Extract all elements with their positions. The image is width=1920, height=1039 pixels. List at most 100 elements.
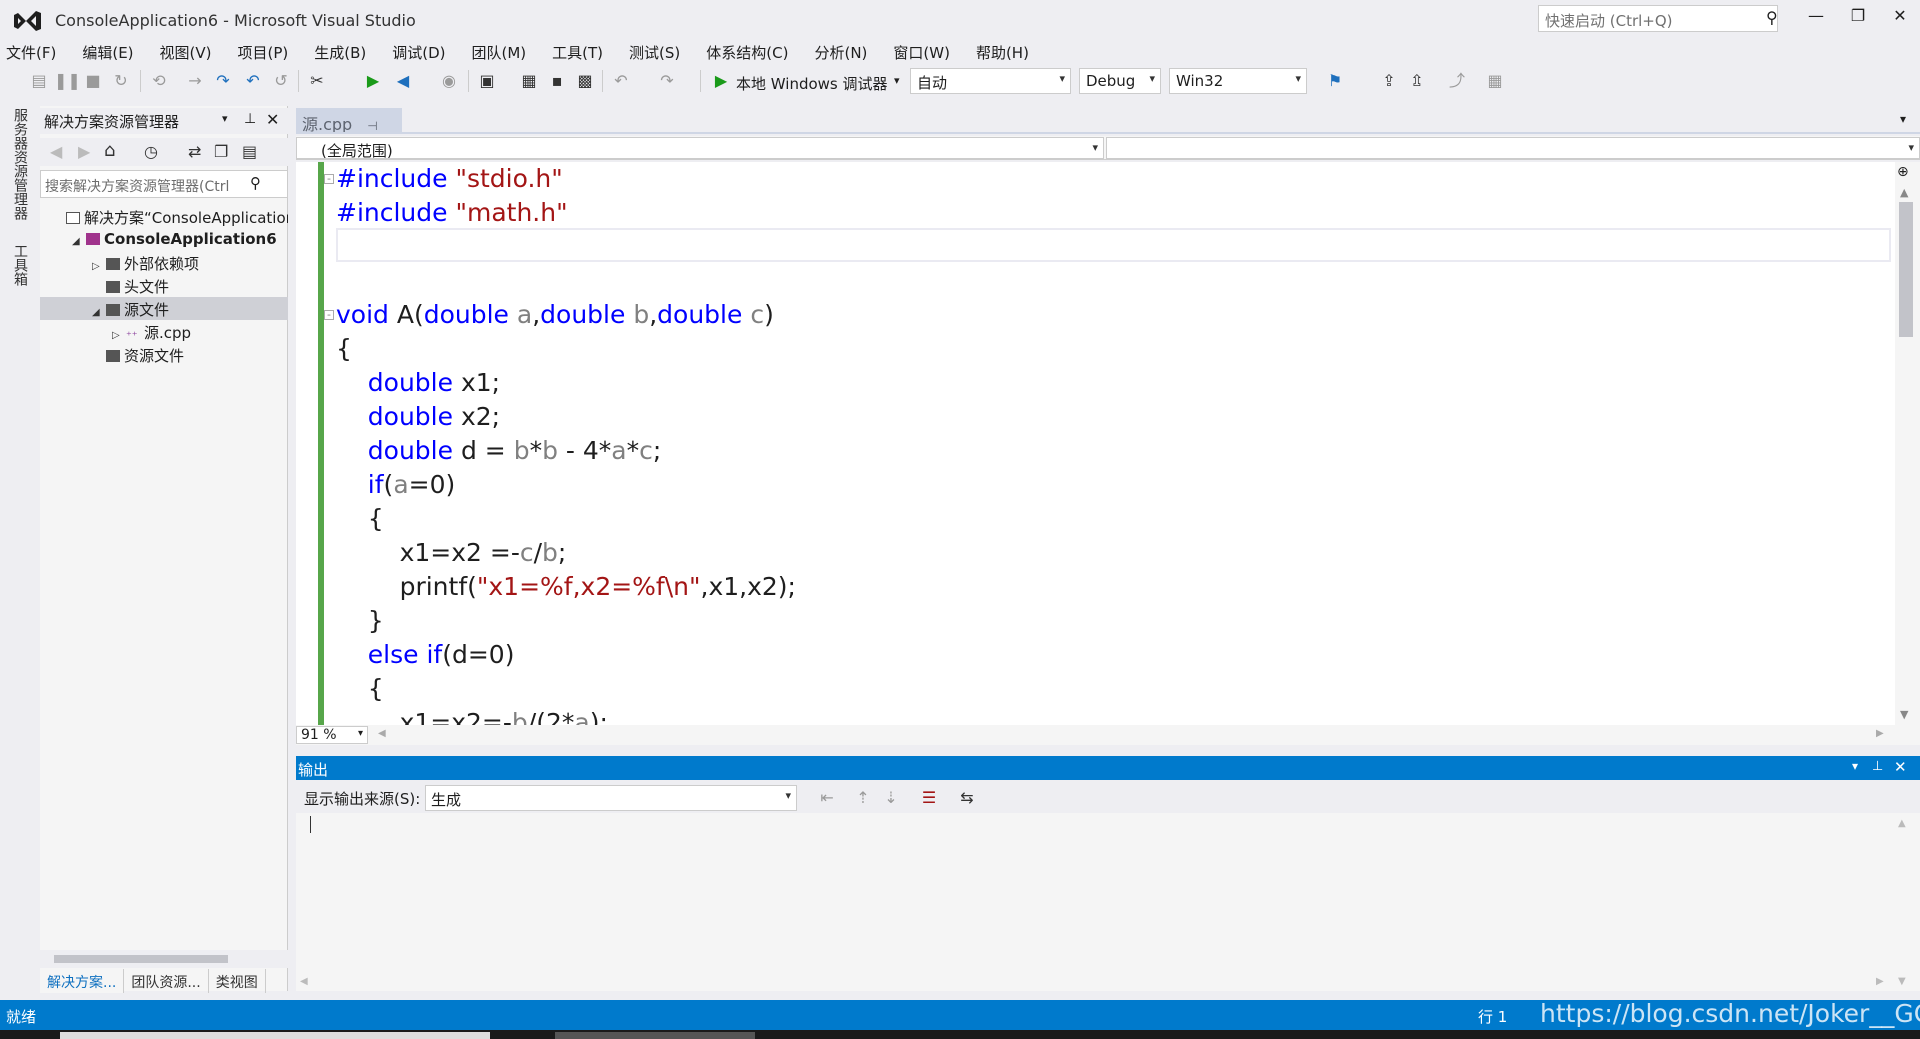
collapse-arrow-icon[interactable]: ◢ bbox=[72, 236, 86, 247]
platform-dropdown[interactable]: Win32 ▾ bbox=[1169, 68, 1307, 94]
undo-icon[interactable]: ↶ bbox=[610, 70, 632, 92]
refresh-icon[interactable]: ↺ bbox=[270, 70, 292, 92]
scope-dropdown[interactable]: (全局范围) ▾ bbox=[296, 137, 1104, 160]
menu-help[interactable]: 帮助(H) bbox=[976, 40, 1029, 64]
search-icon[interactable]: ⚲ bbox=[250, 174, 261, 192]
menu-build[interactable]: 生成(B) bbox=[314, 40, 366, 64]
clear-all-icon[interactable]: ☰ bbox=[918, 787, 940, 809]
chevron-down-icon[interactable]: ▾ bbox=[1852, 759, 1858, 773]
breakpoint-toggle-icon[interactable]: ✂ bbox=[306, 70, 328, 92]
output-source-dropdown[interactable]: 生成 ▾ bbox=[425, 785, 797, 811]
show-next-statement-icon[interactable]: ⟲ bbox=[148, 70, 170, 92]
forward-icon[interactable]: ▶ bbox=[78, 142, 90, 161]
step-out-icon[interactable]: ↶ bbox=[242, 70, 264, 92]
new-project-icon[interactable]: ▣ bbox=[476, 70, 498, 92]
grid-icon[interactable]: ▦ bbox=[1484, 70, 1506, 92]
step-into-icon[interactable]: → bbox=[184, 70, 206, 92]
tab-solution-explorer[interactable]: 解决方案... bbox=[40, 969, 125, 993]
tab-class-view[interactable]: 类视图 bbox=[209, 969, 266, 993]
step-over-icon[interactable]: ↷ bbox=[212, 70, 234, 92]
restart-icon[interactable]: ↻ bbox=[110, 70, 132, 92]
tree-item[interactable]: ▷ 外部依赖项 bbox=[40, 251, 288, 274]
output-text-area[interactable] bbox=[296, 813, 1920, 991]
open-file-icon[interactable]: ▦ bbox=[518, 70, 540, 92]
history-icon[interactable]: ◷ bbox=[144, 142, 158, 161]
menu-architecture[interactable]: 体系结构(C) bbox=[706, 40, 788, 64]
save-all-icon[interactable]: ▩ bbox=[574, 70, 596, 92]
auto-dropdown[interactable]: 自动 ▾ bbox=[910, 68, 1071, 94]
collapse-arrow-icon[interactable]: ◢ bbox=[92, 307, 106, 318]
menu-window[interactable]: 窗口(W) bbox=[893, 40, 950, 64]
tree-item[interactable]: 解决方案“ConsoleApplication6 bbox=[40, 205, 288, 228]
tree-item[interactable]: ◢ 源文件 bbox=[40, 297, 288, 320]
pin-icon[interactable]: ⊥ bbox=[1872, 759, 1883, 774]
editor-hscroll[interactable] bbox=[296, 725, 1920, 745]
collapse-all-icon[interactable]: ❐ bbox=[214, 142, 228, 161]
find-icon[interactable]: ⚑ bbox=[1324, 70, 1346, 92]
scroll-left-icon[interactable]: ◀ bbox=[378, 728, 386, 739]
attach-icon[interactable]: ⤴ bbox=[1446, 70, 1468, 92]
scroll-right-icon[interactable]: ▶ bbox=[1876, 728, 1884, 739]
restore-button[interactable]: ❐ bbox=[1838, 6, 1878, 32]
navigate-forward-icon[interactable]: ◉ bbox=[438, 70, 460, 92]
document-tab-source[interactable]: 源.cpp ⊣ ✕ bbox=[296, 108, 402, 154]
scroll-left-icon[interactable]: ◀ bbox=[300, 976, 308, 987]
scroll-down-icon[interactable]: ▼ bbox=[1898, 976, 1906, 987]
quick-launch-input[interactable]: 快速启动 (Ctrl+Q) bbox=[1538, 5, 1778, 32]
pin-icon[interactable]: ⊣ bbox=[367, 119, 377, 133]
menu-analyze[interactable]: 分析(N) bbox=[814, 40, 867, 64]
sync-icon[interactable]: ⇄ bbox=[188, 142, 201, 161]
navigate-back-icon[interactable]: ◀ bbox=[392, 70, 414, 92]
scroll-up-icon[interactable]: ▲ bbox=[1900, 186, 1908, 199]
next-message-icon[interactable]: ⇣ bbox=[880, 787, 902, 809]
configuration-dropdown[interactable]: Debug ▾ bbox=[1079, 68, 1161, 94]
chevron-down-icon[interactable]: ▾ bbox=[222, 112, 228, 125]
pin-icon[interactable]: ⊥ bbox=[244, 111, 256, 127]
member-dropdown[interactable]: ▾ bbox=[1106, 137, 1920, 159]
close-button[interactable]: ✕ bbox=[1880, 6, 1920, 32]
pause-icon[interactable]: ❚❚ bbox=[54, 70, 81, 92]
minimize-button[interactable]: — bbox=[1796, 6, 1836, 32]
collapse-region-icon[interactable]: - bbox=[324, 309, 334, 320]
previous-message-icon[interactable]: ⇡ bbox=[852, 787, 874, 809]
chevron-down-icon[interactable]: ▾ bbox=[894, 74, 900, 87]
split-icon[interactable]: ⊕ bbox=[1897, 164, 1909, 180]
menu-tools[interactable]: 工具(T) bbox=[552, 40, 603, 64]
save-state-icon[interactable]: ▤ bbox=[28, 70, 50, 92]
menu-team[interactable]: 团队(M) bbox=[472, 40, 527, 64]
redo-icon[interactable]: ↷ bbox=[656, 70, 678, 92]
editor-scroll-thumb[interactable] bbox=[1899, 202, 1913, 337]
deploy-icon[interactable]: ⇫ bbox=[1406, 70, 1428, 92]
tree-item[interactable]: ▷ ⁺⁺ 源.cpp bbox=[40, 320, 288, 343]
publish-icon[interactable]: ⇪ bbox=[1378, 70, 1400, 92]
save-icon[interactable]: ▪ bbox=[546, 70, 568, 92]
start-debug-icon[interactable]: ▶ bbox=[362, 70, 384, 92]
toolbox-tab[interactable]: 工具箱 bbox=[10, 244, 30, 286]
collapse-region-icon[interactable]: - bbox=[324, 173, 334, 184]
search-icon[interactable]: ⚲ bbox=[1766, 8, 1778, 27]
menu-project[interactable]: 项目(P) bbox=[238, 40, 289, 64]
close-icon[interactable]: ✕ bbox=[266, 110, 279, 129]
scroll-thumb[interactable] bbox=[54, 955, 228, 963]
server-explorer-tab[interactable]: 服务器资源管理器 bbox=[10, 108, 30, 220]
stop-icon[interactable]: ■ bbox=[82, 70, 104, 92]
tree-item[interactable]: 资源文件 bbox=[40, 343, 288, 366]
tree-item[interactable]: 头文件 bbox=[40, 274, 288, 297]
taskbar-item[interactable] bbox=[555, 1032, 755, 1039]
tree-item[interactable]: ◢ ConsoleApplication6 bbox=[40, 228, 288, 251]
show-all-files-icon[interactable]: ▤ bbox=[242, 142, 257, 161]
scroll-down-icon[interactable]: ▼ bbox=[1900, 708, 1908, 721]
close-icon[interactable]: ✕ bbox=[1894, 758, 1907, 776]
chevron-down-icon[interactable]: ▾ bbox=[1900, 112, 1906, 126]
run-debugger-button[interactable]: 本地 Windows 调试器 bbox=[736, 73, 888, 94]
scroll-right-icon[interactable]: ▶ bbox=[1876, 976, 1884, 987]
zoom-dropdown[interactable]: 91 % ▾ bbox=[296, 726, 368, 744]
expand-arrow-icon[interactable]: ▷ bbox=[92, 261, 106, 272]
menu-edit[interactable]: 编辑(E) bbox=[82, 40, 133, 64]
expand-arrow-icon[interactable]: ▷ bbox=[112, 330, 126, 341]
back-icon[interactable]: ◀ bbox=[50, 142, 62, 161]
run-icon[interactable]: ▶ bbox=[710, 70, 732, 92]
taskbar-item[interactable] bbox=[60, 1032, 490, 1039]
menu-view[interactable]: 视图(V) bbox=[160, 40, 212, 64]
solution-explorer-hscroll[interactable] bbox=[40, 950, 288, 968]
